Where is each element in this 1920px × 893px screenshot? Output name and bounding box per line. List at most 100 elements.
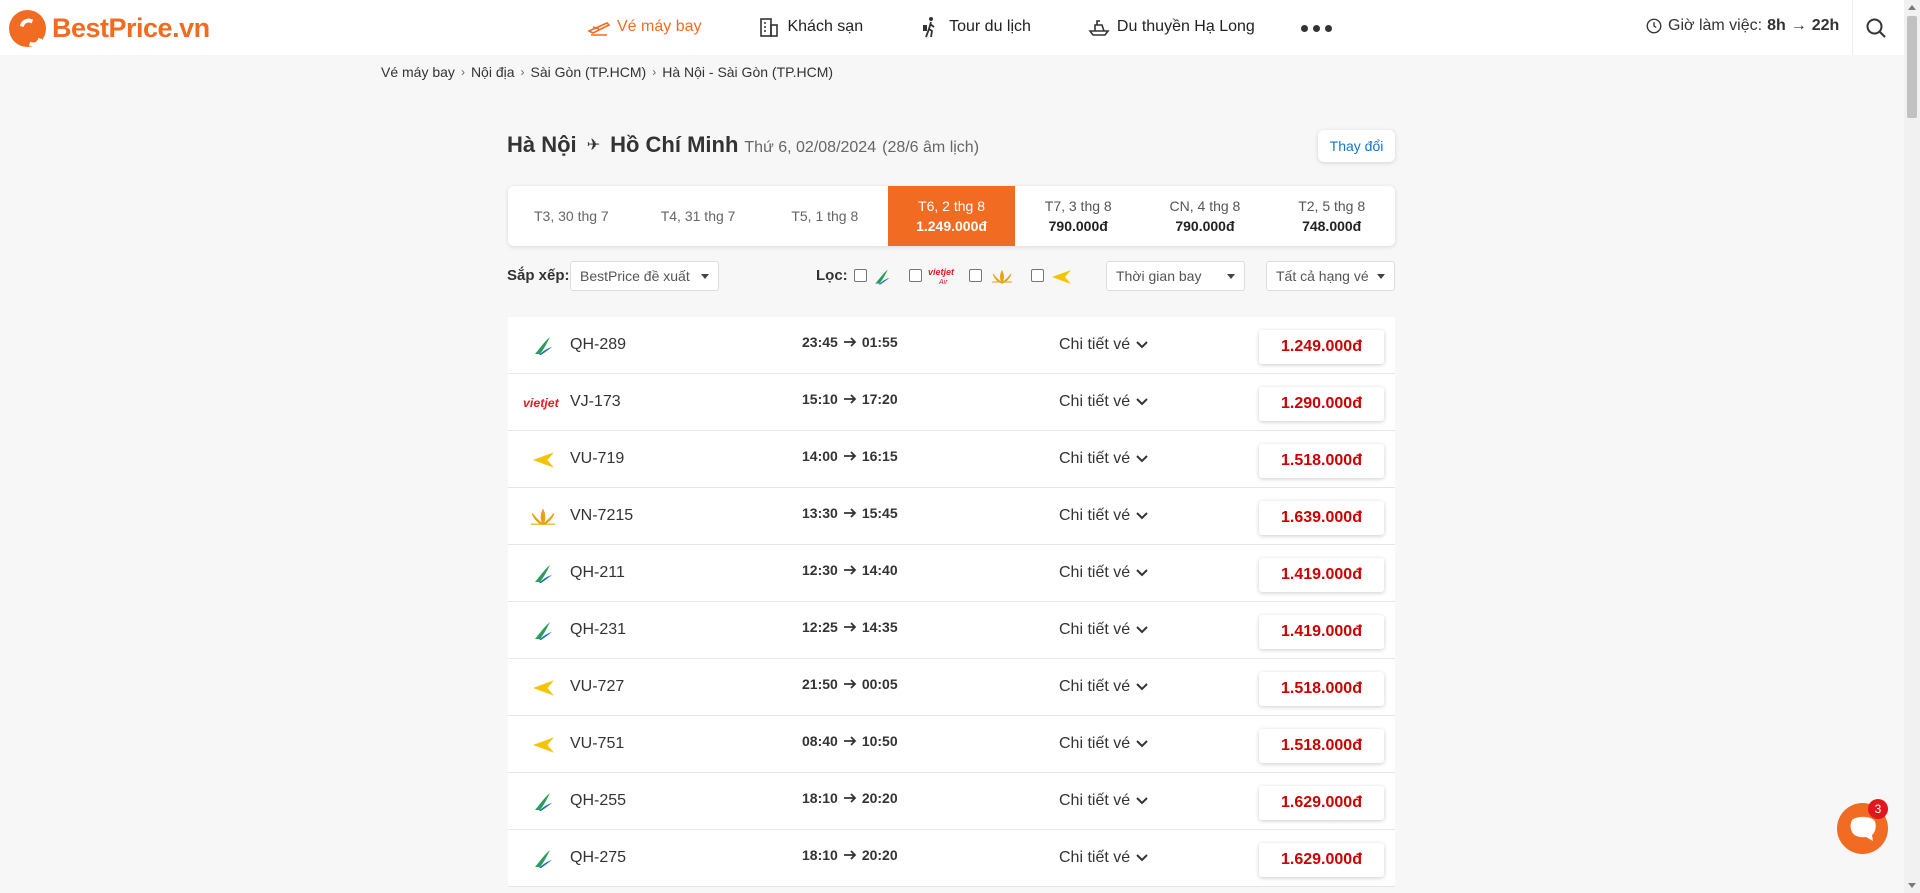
bamboo-airways-logo-icon xyxy=(535,793,552,811)
nav-item-tours[interactable]: Tour du lịch xyxy=(919,15,1031,39)
vietjet-logo-icon: vietjet xyxy=(523,396,560,410)
ticket-class-select[interactable]: Tất cả hạng vé xyxy=(1266,261,1395,291)
ticket-detail-toggle[interactable]: Chi tiết vé xyxy=(1059,678,1148,696)
breadcrumb-item-domestic[interactable]: Nội địa xyxy=(471,64,515,80)
select-price-button[interactable]: 1.419.000đ xyxy=(1259,558,1384,592)
ticket-detail-label: Chi tiết vé xyxy=(1059,336,1131,353)
flight-times: 14:00 16:15 xyxy=(802,448,898,464)
date-option[interactable]: T7, 3 thg 8 790.000đ xyxy=(1015,186,1142,246)
chat-unread-badge: 3 xyxy=(1868,799,1888,819)
scroll-up-arrow-icon[interactable] xyxy=(1908,5,1916,10)
flight-code: VN-7215 xyxy=(570,507,634,524)
page-scrollbar[interactable] xyxy=(1904,0,1920,893)
flight-row[interactable]: vietjet VJ-173 15:10 17:20 Chi tiết vé 1… xyxy=(508,374,1395,431)
arrival-time: 14:35 xyxy=(861,619,898,635)
date-option[interactable]: T4, 31 thg 7 xyxy=(635,186,762,246)
caret-down-icon xyxy=(1227,274,1235,279)
work-hours-from: 8h xyxy=(1767,17,1786,34)
select-price-button[interactable]: 1.518.000đ xyxy=(1259,729,1384,763)
flight-code: QH-211 xyxy=(570,564,625,581)
flight-date: Thứ 6, 02/08/2024 xyxy=(744,139,877,156)
flight-row[interactable]: QH-289 23:45 01:55 Chi tiết vé 1.249.000… xyxy=(508,317,1395,374)
bamboo-airways-logo-icon xyxy=(535,622,552,640)
flight-row[interactable]: VN-7215 13:30 15:45 Chi tiết vé 1.639.00… xyxy=(508,488,1395,545)
select-price-button[interactable]: 1.290.000đ xyxy=(1259,387,1384,421)
nav-item-hotels[interactable]: Khách sạn xyxy=(757,15,863,39)
breadcrumb-item-flights[interactable]: Vé máy bay xyxy=(381,64,455,80)
main-nav: Vé máy bay Khách sạn Tour du lịch Du thu… xyxy=(587,15,1332,39)
ticket-detail-toggle[interactable]: Chi tiết vé xyxy=(1059,450,1148,468)
bamboo-airways-logo-icon xyxy=(535,850,552,868)
filter-checkbox-vietjet[interactable] xyxy=(909,269,922,282)
chevron-down-icon xyxy=(1136,740,1148,748)
vietnam-airlines-lotus-icon xyxy=(531,508,555,526)
nav-item-flights[interactable]: Vé máy bay xyxy=(587,15,701,39)
vietnam-airlines-lotus-icon xyxy=(992,269,1012,285)
airline-logo xyxy=(523,619,563,643)
select-price-button[interactable]: 1.249.000đ xyxy=(1259,330,1384,364)
breadcrumb-item-saigon[interactable]: Sài Gòn (TP.HCM) xyxy=(531,64,647,80)
date-option[interactable]: T3, 30 thg 7 xyxy=(508,186,635,246)
date-option[interactable]: T2, 5 thg 8 748.000đ xyxy=(1268,186,1395,246)
ticket-detail-toggle[interactable]: Chi tiết vé xyxy=(1059,564,1148,582)
flight-row[interactable]: QH-275 18:10 20:20 Chi tiết vé 1.629.000… xyxy=(508,830,1395,887)
date-price: 790.000đ xyxy=(1175,218,1235,234)
arrival-time: 17:20 xyxy=(861,391,898,407)
bamboo-airways-logo-icon xyxy=(535,337,552,355)
date-price: 1.249.000đ xyxy=(916,218,987,234)
date-option[interactable]: CN, 4 thg 8 790.000đ xyxy=(1142,186,1269,246)
svg-text:Air: Air xyxy=(938,279,948,286)
filter-checkbox-vietnam-airlines[interactable] xyxy=(969,269,982,282)
departure-time: 12:25 xyxy=(802,619,838,635)
search-button[interactable] xyxy=(1864,16,1888,40)
scroll-down-arrow-icon[interactable] xyxy=(1908,883,1916,888)
flight-times: 12:25 14:35 xyxy=(802,619,898,635)
date-option-selected[interactable]: T6, 2 thg 8 1.249.000đ xyxy=(888,186,1015,246)
flight-row[interactable]: VU-751 08:40 10:50 Chi tiết vé 1.518.000… xyxy=(508,716,1395,773)
chevron-down-icon xyxy=(1136,683,1148,691)
cruise-icon xyxy=(1088,20,1110,36)
nav-item-cruise[interactable]: Du thuyền Hạ Long xyxy=(1087,15,1255,39)
flight-code: VU-719 xyxy=(570,450,625,467)
arrow-right-icon xyxy=(843,679,857,689)
lunar-date: (28/6 âm lịch) xyxy=(882,139,980,156)
airline-logo xyxy=(523,448,563,472)
ticket-detail-toggle[interactable]: Chi tiết vé xyxy=(1059,792,1148,810)
scroll-thumb[interactable] xyxy=(1907,16,1917,118)
ticket-detail-toggle[interactable]: Chi tiết vé xyxy=(1059,336,1148,354)
select-price-button[interactable]: 1.518.000đ xyxy=(1259,672,1384,706)
vietravel-airlines-logo-icon xyxy=(533,452,554,468)
ticket-detail-toggle[interactable]: Chi tiết vé xyxy=(1059,735,1148,753)
select-price-button[interactable]: 1.419.000đ xyxy=(1259,615,1384,649)
flight-time-select[interactable]: Thời gian bay xyxy=(1106,261,1245,291)
flight-row[interactable]: QH-231 12:25 14:35 Chi tiết vé 1.419.000… xyxy=(508,602,1395,659)
chevron-down-icon xyxy=(1136,341,1148,349)
ticket-detail-toggle[interactable]: Chi tiết vé xyxy=(1059,507,1148,525)
arrow-right-icon xyxy=(843,451,857,461)
arrow-right-icon xyxy=(843,850,857,860)
filter-checkbox-bamboo[interactable] xyxy=(854,269,867,282)
ticket-detail-toggle[interactable]: Chi tiết vé xyxy=(1059,621,1148,639)
chevron-down-icon xyxy=(1136,455,1148,463)
select-price-button[interactable]: 1.629.000đ xyxy=(1259,843,1384,877)
flight-row[interactable]: QH-255 18:10 20:20 Chi tiết vé 1.629.000… xyxy=(508,773,1395,830)
arrival-time: 20:20 xyxy=(861,847,898,863)
select-price-button[interactable]: 1.639.000đ xyxy=(1259,501,1384,535)
flight-row[interactable]: QH-211 12:30 14:40 Chi tiết vé 1.419.000… xyxy=(508,545,1395,602)
date-option[interactable]: T5, 1 thg 8 xyxy=(761,186,888,246)
route-title: Hà Nội ✈ Hồ Chí Minh Thứ 6, 02/08/2024 (… xyxy=(507,132,979,158)
change-search-button[interactable]: Thay đổi xyxy=(1318,130,1395,162)
flight-row[interactable]: VU-719 14:00 16:15 Chi tiết vé 1.518.000… xyxy=(508,431,1395,488)
ticket-detail-toggle[interactable]: Chi tiết vé xyxy=(1059,393,1148,411)
select-price-button[interactable]: 1.518.000đ xyxy=(1259,444,1384,478)
select-price-button[interactable]: 1.629.000đ xyxy=(1259,786,1384,820)
flight-code: QH-231 xyxy=(570,621,627,638)
date-price: 790.000đ xyxy=(1048,218,1108,234)
filter-checkbox-vietravel[interactable] xyxy=(1031,269,1044,282)
date-label: T7, 3 thg 8 xyxy=(1044,198,1112,214)
flight-row[interactable]: VU-727 21:50 00:05 Chi tiết vé 1.518.000… xyxy=(508,659,1395,716)
brand-logo[interactable]: BestPrice.vn xyxy=(9,10,210,47)
ticket-detail-toggle[interactable]: Chi tiết vé xyxy=(1059,849,1148,867)
sort-select[interactable]: BestPrice đề xuất xyxy=(570,261,719,291)
nav-more-icon[interactable] xyxy=(1300,24,1332,32)
